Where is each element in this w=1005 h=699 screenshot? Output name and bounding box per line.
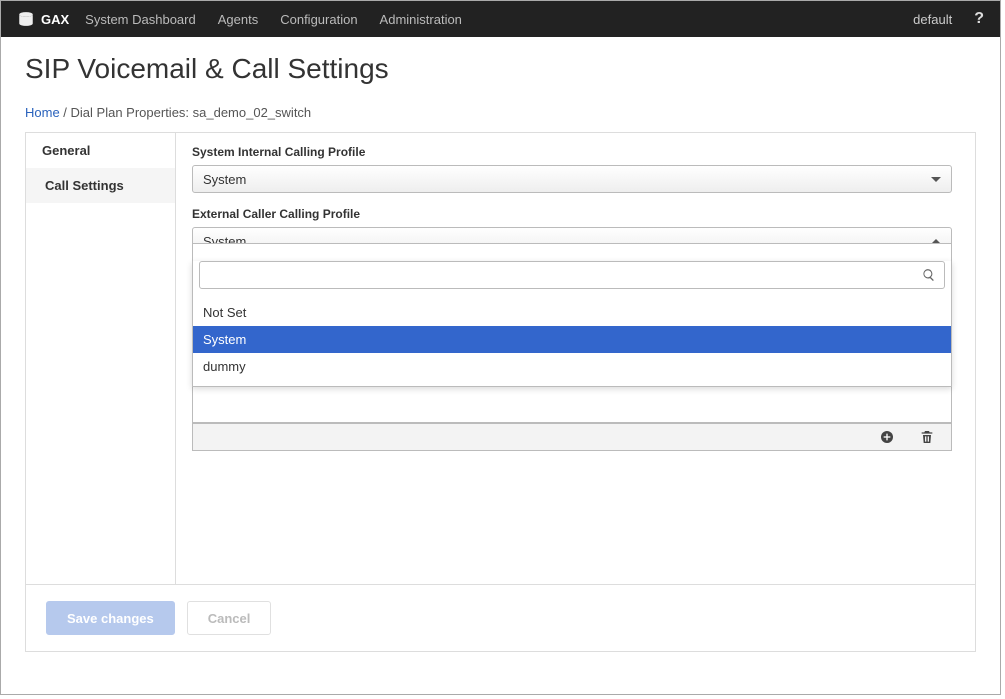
cancel-button[interactable]: Cancel bbox=[187, 601, 272, 635]
help-icon[interactable]: ? bbox=[974, 10, 984, 28]
nav-system-dashboard[interactable]: System Dashboard bbox=[85, 12, 196, 27]
user-menu[interactable]: default bbox=[913, 12, 952, 27]
brand-label: GAX bbox=[41, 12, 69, 27]
search-icon bbox=[922, 268, 936, 282]
option-dummy[interactable]: dummy bbox=[193, 353, 951, 380]
trash-icon bbox=[919, 429, 935, 445]
field1-select[interactable]: System bbox=[192, 165, 952, 193]
tab-call-settings[interactable]: Call Settings bbox=[26, 168, 175, 203]
breadcrumb: Home / Dial Plan Properties: sa_demo_02_… bbox=[25, 105, 976, 120]
delete-button[interactable] bbox=[919, 429, 935, 445]
tab-general[interactable]: General bbox=[26, 133, 175, 168]
sidebar: General Call Settings bbox=[26, 133, 176, 584]
page-title: SIP Voicemail & Call Settings bbox=[25, 53, 976, 85]
nav-configuration[interactable]: Configuration bbox=[280, 12, 357, 27]
records-footer bbox=[192, 423, 952, 451]
breadcrumb-sep: / bbox=[60, 105, 71, 120]
main-panel: General Call Settings System Internal Ca… bbox=[25, 132, 976, 652]
option-system[interactable]: System bbox=[193, 326, 951, 353]
field1-value: System bbox=[203, 172, 246, 187]
dropdown-search bbox=[199, 261, 945, 289]
field2-dropdown: Not Set System dummy bbox=[192, 261, 952, 387]
breadcrumb-current: Dial Plan Properties: sa_demo_02_switch bbox=[71, 105, 312, 120]
field2-label: External Caller Calling Profile bbox=[192, 207, 959, 221]
plus-circle-icon bbox=[879, 429, 895, 445]
nav-administration[interactable]: Administration bbox=[380, 12, 462, 27]
chevron-down-icon bbox=[931, 177, 941, 182]
save-button[interactable]: Save changes bbox=[46, 601, 175, 635]
field1-label: System Internal Calling Profile bbox=[192, 145, 959, 159]
brand-icon bbox=[17, 10, 35, 28]
option-not-set[interactable]: Not Set bbox=[193, 299, 951, 326]
topbar: GAX System Dashboard Agents Configuratio… bbox=[1, 1, 1000, 37]
brand[interactable]: GAX bbox=[17, 10, 69, 28]
nav-agents[interactable]: Agents bbox=[218, 12, 258, 27]
action-bar: Save changes Cancel bbox=[26, 584, 975, 651]
dropdown-search-input[interactable] bbox=[208, 268, 922, 283]
dropdown-options: Not Set System dummy bbox=[193, 295, 951, 386]
breadcrumb-home[interactable]: Home bbox=[25, 105, 60, 120]
add-button[interactable] bbox=[879, 429, 895, 445]
form-area: System Internal Calling Profile System E… bbox=[176, 133, 975, 584]
